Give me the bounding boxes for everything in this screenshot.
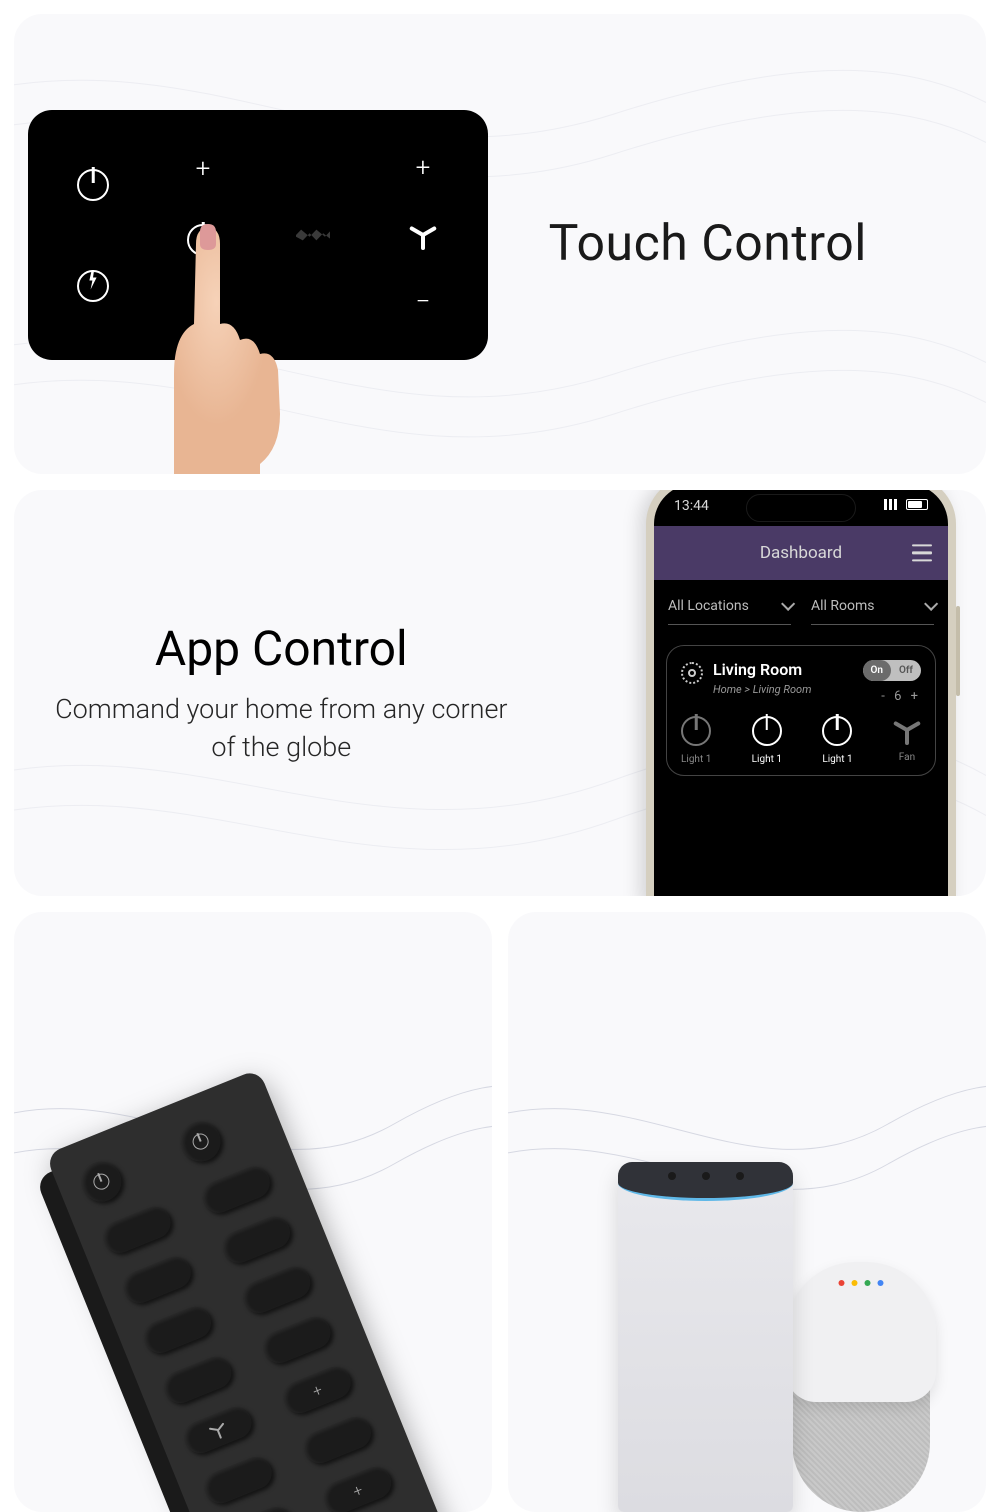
signal-icon bbox=[884, 499, 900, 510]
pointing-hand-image bbox=[134, 214, 314, 474]
remote-button bbox=[139, 1302, 216, 1358]
chevron-down-icon bbox=[781, 597, 795, 611]
phone-mockup: 13:44 Dashboard All Locations All Ro bbox=[646, 490, 956, 896]
control-label: Light 1 bbox=[822, 754, 852, 765]
google-home-device bbox=[786, 1262, 936, 1512]
fan-icon bbox=[409, 221, 437, 249]
remote-power-button bbox=[75, 1156, 127, 1208]
remote-device: + + bbox=[45, 1069, 461, 1512]
remote-button bbox=[99, 1202, 176, 1258]
light-control[interactable]: Light 1 bbox=[681, 716, 711, 765]
remote-fan-button bbox=[180, 1402, 257, 1458]
chevron-down-icon bbox=[924, 597, 938, 611]
remote-button bbox=[258, 1312, 335, 1368]
locations-label: All Locations bbox=[668, 598, 749, 614]
rooms-dropdown[interactable]: All Rooms bbox=[811, 598, 934, 625]
remote-power-button bbox=[175, 1116, 227, 1168]
plus-icon: + bbox=[416, 153, 431, 183]
room-breadcrumb: Home > Living Room bbox=[713, 683, 811, 696]
remote-fan-button bbox=[220, 1502, 297, 1512]
voice-control-card: Voice Control bbox=[508, 912, 986, 1512]
app-control-subtitle: Command your home from any corner of the… bbox=[44, 691, 519, 767]
minus-icon: − bbox=[416, 287, 431, 317]
app-control-title: App Control bbox=[155, 620, 408, 677]
hamburger-menu-icon[interactable] bbox=[912, 544, 932, 561]
power-icon bbox=[681, 716, 711, 746]
status-time: 13:44 bbox=[674, 498, 709, 514]
touch-control-card: + + − bbox=[14, 14, 986, 474]
touch-control-title: Touch Control bbox=[549, 215, 986, 273]
phone-notch bbox=[746, 494, 856, 522]
power-bolt-icon bbox=[77, 270, 109, 302]
power-icon bbox=[77, 169, 109, 201]
amazon-echo-device bbox=[618, 1162, 793, 1512]
remote-button bbox=[198, 1162, 275, 1218]
light-control[interactable]: Light 1 bbox=[752, 716, 782, 765]
remote-button bbox=[159, 1352, 236, 1408]
toggle-on: On bbox=[863, 660, 891, 681]
remote-plus-button: + bbox=[279, 1362, 356, 1418]
fan-control[interactable]: Fan bbox=[893, 716, 921, 765]
remote-button bbox=[218, 1212, 295, 1268]
room-card: Living Room Home > Living Room On Off - … bbox=[666, 645, 936, 776]
locations-dropdown[interactable]: All Locations bbox=[668, 598, 791, 625]
fan-icon bbox=[893, 716, 921, 744]
remote-plus-button: + bbox=[319, 1462, 396, 1512]
light-control[interactable]: Light 1 bbox=[822, 716, 852, 765]
remote-button bbox=[299, 1412, 376, 1468]
app-header: Dashboard bbox=[654, 526, 948, 580]
remote-control-card: Remote Control + bbox=[14, 912, 492, 1512]
remote-button bbox=[119, 1252, 196, 1308]
control-label: Light 1 bbox=[752, 754, 782, 765]
room-toggle[interactable]: On Off bbox=[863, 660, 922, 681]
app-header-title: Dashboard bbox=[760, 543, 842, 563]
control-label: Light 1 bbox=[681, 754, 711, 765]
fan-speed[interactable]: - 6 + bbox=[881, 689, 921, 704]
plus-icon: + bbox=[196, 154, 211, 184]
remote-button bbox=[238, 1262, 315, 1318]
app-control-card: App Control Command your home from any c… bbox=[14, 490, 986, 896]
rooms-label: All Rooms bbox=[811, 598, 875, 614]
toggle-off: Off bbox=[891, 660, 921, 681]
battery-icon bbox=[906, 499, 928, 510]
room-name: Living Room bbox=[713, 660, 811, 679]
power-icon bbox=[752, 716, 782, 746]
control-label: Fan bbox=[899, 752, 915, 763]
power-icon bbox=[822, 716, 852, 746]
gear-icon[interactable] bbox=[681, 662, 703, 684]
